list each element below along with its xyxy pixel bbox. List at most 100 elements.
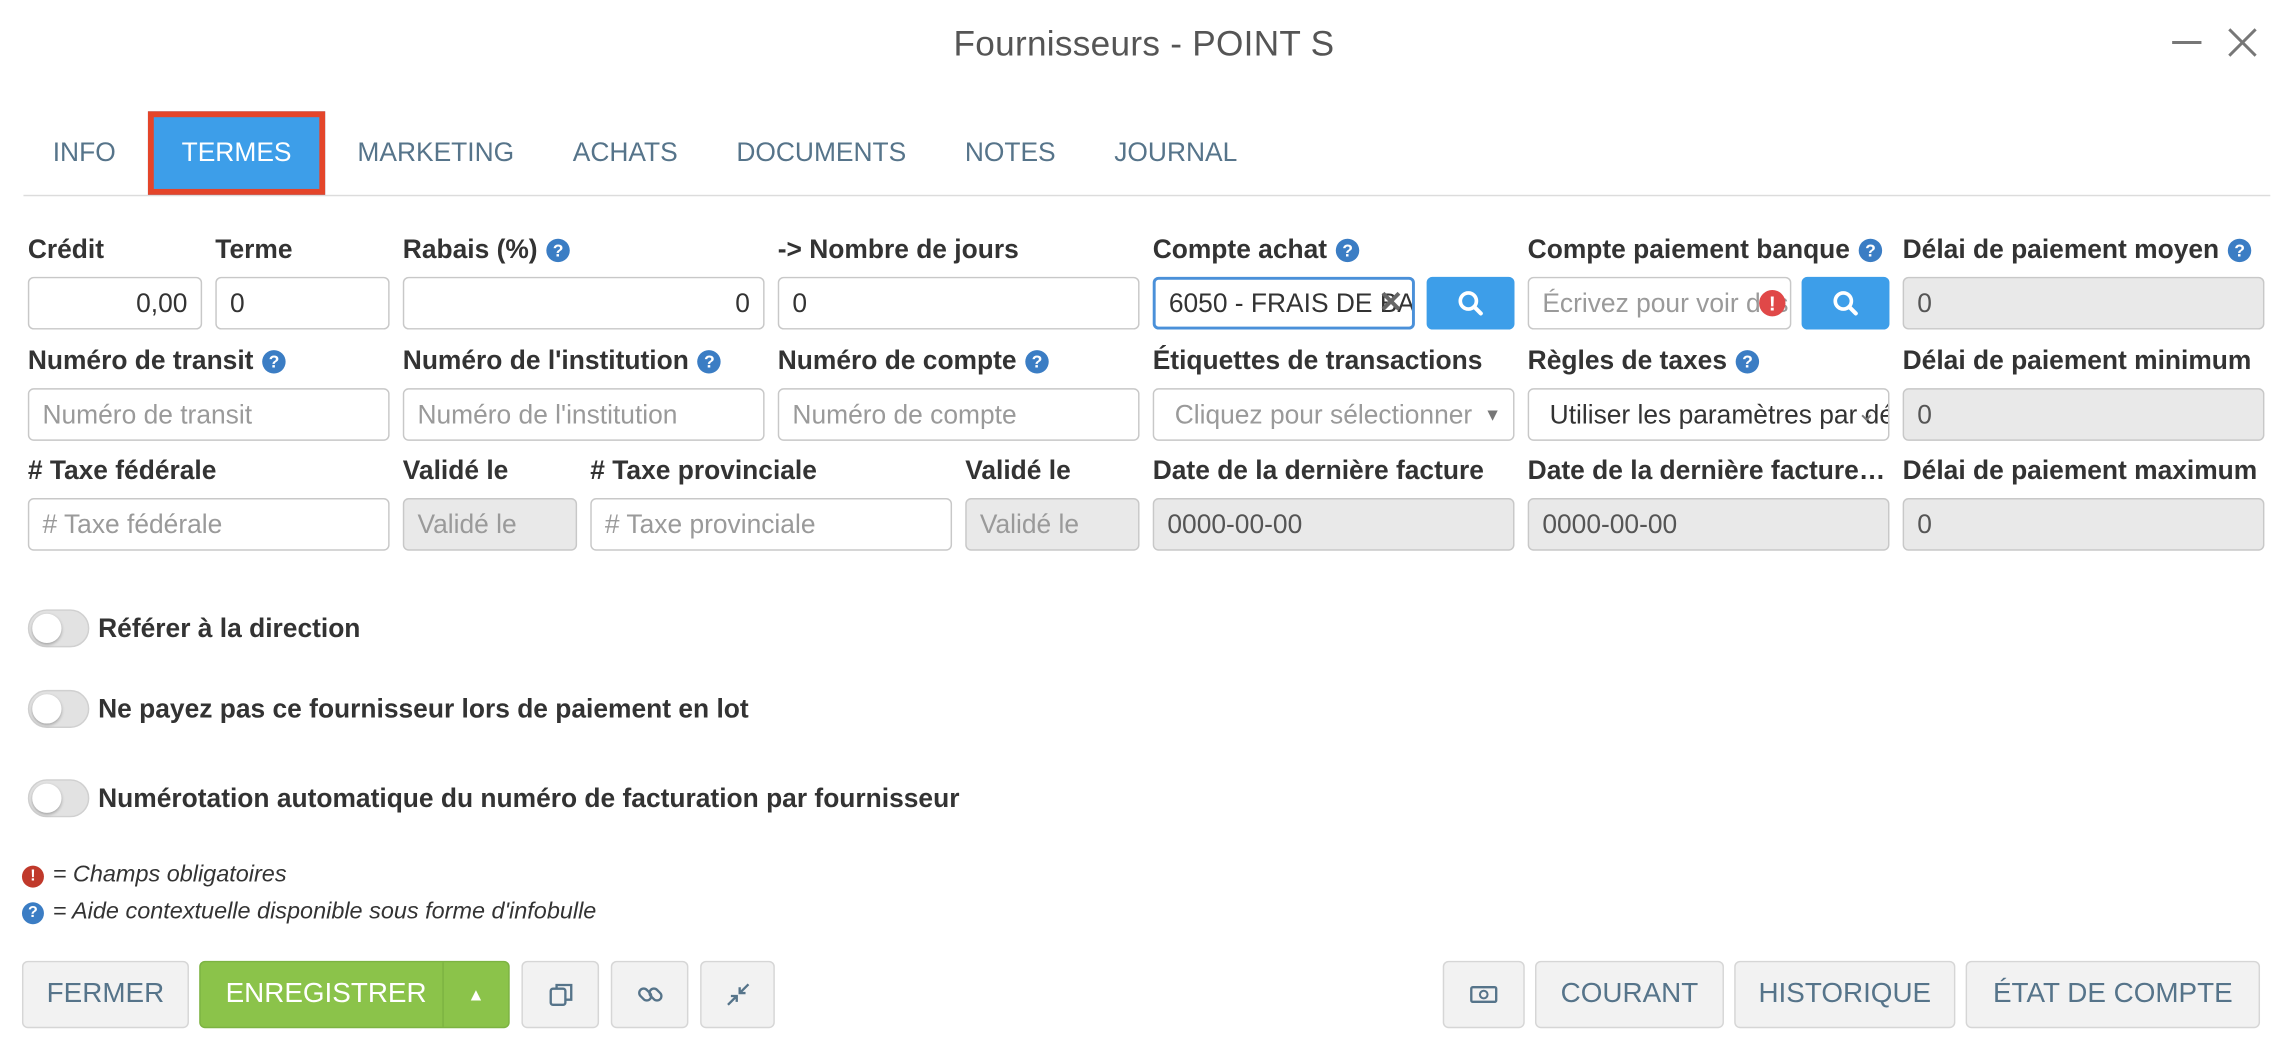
help-icon: ? [21, 901, 44, 924]
rabais-field: Rabais (%)? 0 [402, 231, 765, 330]
duplicate-button[interactable] [521, 960, 600, 1029]
regles-taxes-field: Règles de taxes? Utiliser les paramètres… [1527, 343, 1890, 441]
credit-field: Crédit 0,00 [27, 231, 203, 330]
help-icon[interactable]: ? [697, 350, 722, 374]
taxe-provinciale-input[interactable]: # Taxe provinciale [590, 497, 953, 551]
collapse-button[interactable] [700, 960, 775, 1029]
date-derniere-facture-input: 0000-00-00 [1152, 497, 1515, 551]
taxe-federale-input[interactable]: # Taxe fédérale [27, 497, 390, 551]
tab-bar: INFO TERMES MARKETING ACHATS DOCUMENTS N… [23, 111, 2271, 197]
search-icon [1458, 291, 1483, 316]
compte-achat-input[interactable]: 6050 - FRAIS DE BANQUE ✕ [1152, 276, 1415, 330]
delai-mini-label: Délai de paiement minimum [1902, 345, 2252, 375]
legend-help: ? = Aide contextuelle disponible sous fo… [21, 899, 596, 925]
tab-notes[interactable]: NOTES [936, 111, 1085, 194]
taxe-federale-label: # Taxe fédérale [27, 455, 217, 485]
transit-input[interactable]: Numéro de transit [27, 388, 390, 441]
valide-le-1-input: Validé le [402, 497, 578, 551]
legend-required-text: = Champs obligatoires [52, 862, 287, 888]
toggle-row-numerotation: Numérotation automatique du numéro de fa… [27, 779, 960, 818]
credit-input[interactable]: 0,00 [27, 276, 203, 330]
valide-le-2-field: Validé le Validé le [965, 453, 1140, 551]
compte-paiement-input[interactable]: Écrivez pour voir des options ! [1527, 276, 1792, 330]
date-derniere-facture-field: Date de la dernière facture 0000-00-00 [1152, 453, 1515, 551]
supplier-window: Fournisseurs - POINT S INFO TERMES MARKE… [0, 0, 2288, 1054]
link-button[interactable] [610, 960, 689, 1029]
paiement-lot-toggle[interactable] [27, 689, 90, 728]
numerotation-toggle[interactable] [27, 779, 90, 818]
tab-achats[interactable]: ACHATS [543, 111, 707, 194]
delai-maxi-field: Délai de paiement maximum 0 [1902, 453, 2265, 551]
credit-label: Crédit [27, 234, 105, 264]
institution-label: Numéro de l'institution [402, 345, 689, 375]
legend-required: ! = Champs obligatoires [21, 862, 287, 889]
nombre-jours-input[interactable]: 0 [777, 276, 1140, 330]
compte-achat-search-button[interactable] [1426, 276, 1515, 330]
link-icon [637, 987, 662, 1002]
payment-button[interactable] [1442, 960, 1525, 1029]
tab-info[interactable]: INFO [23, 111, 145, 194]
tab-documents[interactable]: DOCUMENTS [707, 111, 935, 194]
help-icon[interactable]: ? [546, 238, 570, 263]
tab-marketing[interactable]: MARKETING [328, 111, 543, 194]
minimize-icon[interactable] [2165, 21, 2209, 65]
institution-input[interactable]: Numéro de l'institution [402, 388, 765, 441]
rabais-label: Rabais (%) [402, 234, 538, 264]
delai-maxi-label: Délai de paiement maximum [1902, 455, 2258, 485]
compte-input[interactable]: Numéro de compte [777, 388, 1140, 441]
delai-moyen-field: Délai de paiement moyen? 0 [1902, 231, 2265, 330]
nombre-jours-label: -> Nombre de jours [777, 234, 1019, 264]
regles-taxes-value: Utiliser les paramètres par défaut [1549, 399, 1888, 430]
history-button[interactable]: HISTORIQUE [1734, 960, 1956, 1029]
compress-icon [726, 983, 749, 1006]
terme-input[interactable]: 0 [215, 276, 390, 330]
help-icon[interactable]: ? [1025, 350, 1049, 374]
valide-le-2-label: Validé le [965, 455, 1071, 485]
help-icon[interactable]: ? [1335, 238, 1360, 263]
referer-label: Référer à la direction [98, 612, 361, 643]
compte-paiement-search-button[interactable] [1801, 276, 1890, 330]
delai-mini-field: Délai de paiement minimum 0 [1902, 343, 2265, 441]
compte-achat-field: Compte achat? 6050 - FRAIS DE BANQUE ✕ [1152, 231, 1515, 330]
valide-le-1-label: Validé le [402, 455, 509, 485]
help-icon[interactable]: ? [2227, 238, 2252, 263]
help-icon[interactable]: ? [1858, 238, 1883, 263]
regles-taxes-select[interactable]: Utiliser les paramètres par défaut ⌄ [1527, 388, 1890, 441]
close-button[interactable]: FERMER [21, 960, 189, 1029]
numerotation-label: Numérotation automatique du numéro de fa… [98, 782, 960, 813]
current-button[interactable]: COURANT [1535, 960, 1724, 1029]
close-icon[interactable] [2220, 21, 2264, 65]
delai-maxi-input: 0 [1902, 497, 2265, 551]
delai-moyen-input: 0 [1902, 276, 2265, 330]
compte-paiement-label: Compte paiement banque [1527, 234, 1850, 264]
etiquettes-select[interactable]: Cliquez pour sélectionner ▼ [1152, 388, 1515, 441]
tab-termes[interactable]: TERMES [147, 111, 326, 195]
save-label: ENREGISTRER [225, 978, 427, 1010]
etiquettes-field: Étiquettes de transactions Cliquez pour … [1152, 343, 1515, 441]
copy-icon [548, 983, 572, 1006]
transit-field: Numéro de transit? Numéro de transit [27, 343, 390, 441]
window-title: Fournisseurs - POINT S [953, 24, 1335, 65]
rabais-input[interactable]: 0 [402, 276, 765, 330]
referer-toggle[interactable] [27, 609, 90, 648]
terme-field: Terme 0 [215, 231, 390, 330]
statement-button[interactable]: ÉTAT DE COMPTE [1965, 960, 2261, 1029]
clear-icon[interactable]: ✕ [1379, 280, 1404, 327]
delai-mini-input: 0 [1902, 388, 2265, 441]
terme-label: Terme [215, 234, 293, 264]
help-icon[interactable]: ? [1735, 350, 1760, 374]
compte-achat-label: Compte achat [1152, 234, 1328, 264]
help-icon[interactable]: ? [262, 350, 286, 374]
save-button[interactable]: ENREGISTRER ▲ [199, 960, 510, 1029]
regles-taxes-label: Règles de taxes [1527, 345, 1727, 375]
caret-up-icon[interactable]: ▲ [444, 962, 508, 1026]
nombre-jours-field: -> Nombre de jours 0 [777, 231, 1140, 330]
etiquettes-label: Étiquettes de transactions [1152, 345, 1483, 375]
date-derniere-facture-payee-field: Date de la dernière facture payée 0000-0… [1527, 453, 1890, 551]
institution-field: Numéro de l'institution? Numéro de l'ins… [402, 343, 765, 441]
compte-paiement-placeholder: Écrivez pour voir des options [1542, 288, 1790, 318]
taxe-provinciale-field: # Taxe provinciale # Taxe provinciale [590, 453, 953, 551]
compte-label: Numéro de compte [777, 345, 1017, 375]
tab-journal[interactable]: JOURNAL [1085, 111, 1267, 194]
etiquettes-placeholder: Cliquez pour sélectionner [1174, 399, 1473, 430]
